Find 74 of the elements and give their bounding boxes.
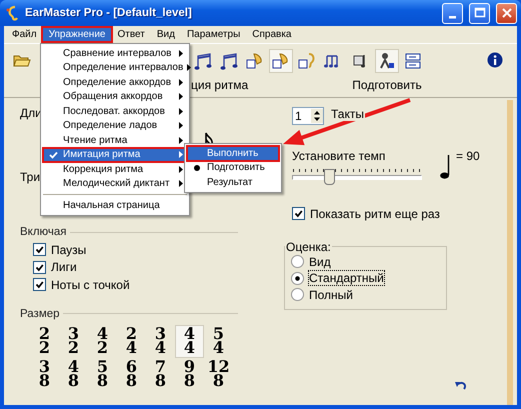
menu-item[interactable]: Справка <box>246 28 298 41</box>
hand-icon[interactable] <box>269 49 293 73</box>
radio-label: Вид <box>309 254 331 269</box>
bullet-icon <box>194 164 200 171</box>
time-signature[interactable]: 3 4 <box>146 324 175 358</box>
time-signature[interactable]: 2 4 <box>117 324 146 358</box>
toolbar-label: Подготовить <box>352 78 422 92</box>
time-signature[interactable]: 4 2 <box>88 324 117 358</box>
radio-button[interactable] <box>291 288 304 302</box>
time-signature[interactable]: 9 8 <box>175 358 204 390</box>
time-signature[interactable]: 4 4 <box>175 324 204 358</box>
time-signature[interactable]: 5 8 <box>88 358 117 390</box>
menu-item[interactable]: Мелодический диктант <box>43 176 187 191</box>
menu-item[interactable]: Последоват. аккордов <box>43 104 187 118</box>
radio-button[interactable] <box>291 272 304 285</box>
slider-label: Установите темп <box>292 149 386 163</box>
time-signature[interactable]: 3 2 <box>59 324 88 358</box>
figure-icon[interactable] <box>375 49 399 73</box>
menu-item[interactable]: Коррекция ритма <box>43 162 187 176</box>
time-signature[interactable]: 12 8 <box>204 358 233 390</box>
spin-arrows-icon[interactable] <box>311 109 323 123</box>
menu-item[interactable]: Файл <box>6 28 43 41</box>
menu-item[interactable]: Определение ладов <box>43 118 187 133</box>
window-title: EarMaster Pro - [Default_level] <box>25 7 193 19</box>
menu-item[interactable]: Начальная страница <box>43 191 187 213</box>
menu-item[interactable]: Упражнение <box>42 28 112 41</box>
checkbox[interactable] <box>33 260 46 274</box>
group-title: Оценка: <box>285 240 332 254</box>
section-label: Размер <box>20 308 60 320</box>
checkbox-label: Лиги <box>51 260 77 274</box>
quarter-note-icon <box>440 155 450 179</box>
checkbox[interactable] <box>33 243 46 256</box>
close-icon <box>500 6 514 20</box>
time-signature[interactable]: 3 8 <box>30 358 59 390</box>
time-signature[interactable]: 5 4 <box>204 324 233 358</box>
undo-icon[interactable] <box>455 381 467 391</box>
check-icon <box>48 150 58 159</box>
menu-item[interactable]: Результат <box>187 175 279 190</box>
menu-item[interactable]: Подготовить <box>187 160 279 175</box>
checkbox-label: Ноты с точкой <box>51 278 130 292</box>
menu-item[interactable]: Выполнить <box>187 146 279 160</box>
time-signature[interactable]: 7 8 <box>146 358 175 390</box>
menu-item[interactable]: Определение аккордов <box>43 75 187 90</box>
radio-label: Стандартный <box>309 271 384 286</box>
tempo-value: = 90 <box>456 149 480 163</box>
field-label: Такты <box>330 107 365 121</box>
toolbar-label: ция ритма <box>191 78 248 92</box>
slider-thumb[interactable] <box>324 169 336 185</box>
menu-item[interactable]: Параметры <box>180 28 246 41</box>
checkbox[interactable] <box>292 207 305 220</box>
checkbox[interactable] <box>33 278 46 292</box>
menu-item[interactable]: Вид <box>150 28 181 41</box>
menu-item[interactable]: Чтение ритма <box>43 133 187 148</box>
maximize-icon <box>472 6 486 20</box>
minimize-icon <box>449 16 456 18</box>
menu-item[interactable]: Имитация ритма <box>43 148 187 162</box>
menu-item[interactable]: Определение интервалов <box>43 60 187 75</box>
menu-item[interactable]: Ответ <box>111 28 151 41</box>
spin-field[interactable]: 1 <box>292 107 324 125</box>
time-signature[interactable]: 2 2 <box>30 324 59 358</box>
time-signature[interactable]: 6 8 <box>117 358 146 390</box>
checkbox-label: Показать ритм еще раз <box>310 206 440 221</box>
section-label: Три <box>20 170 40 184</box>
minimize-button[interactable] <box>442 2 463 24</box>
close-button[interactable] <box>496 2 517 24</box>
menu-item[interactable]: Сравнение интервалов <box>43 46 187 60</box>
checkbox-label: Паузы <box>51 242 86 257</box>
menu-item[interactable]: Обращения аккордов <box>43 90 187 104</box>
time-signature[interactable]: 4 8 <box>59 358 88 390</box>
maximize-button[interactable] <box>469 2 490 24</box>
ear-icon <box>5 5 21 21</box>
radio-label: Полный <box>309 288 353 302</box>
radio-button[interactable] <box>291 255 304 268</box>
section-label: Включая <box>20 226 67 238</box>
